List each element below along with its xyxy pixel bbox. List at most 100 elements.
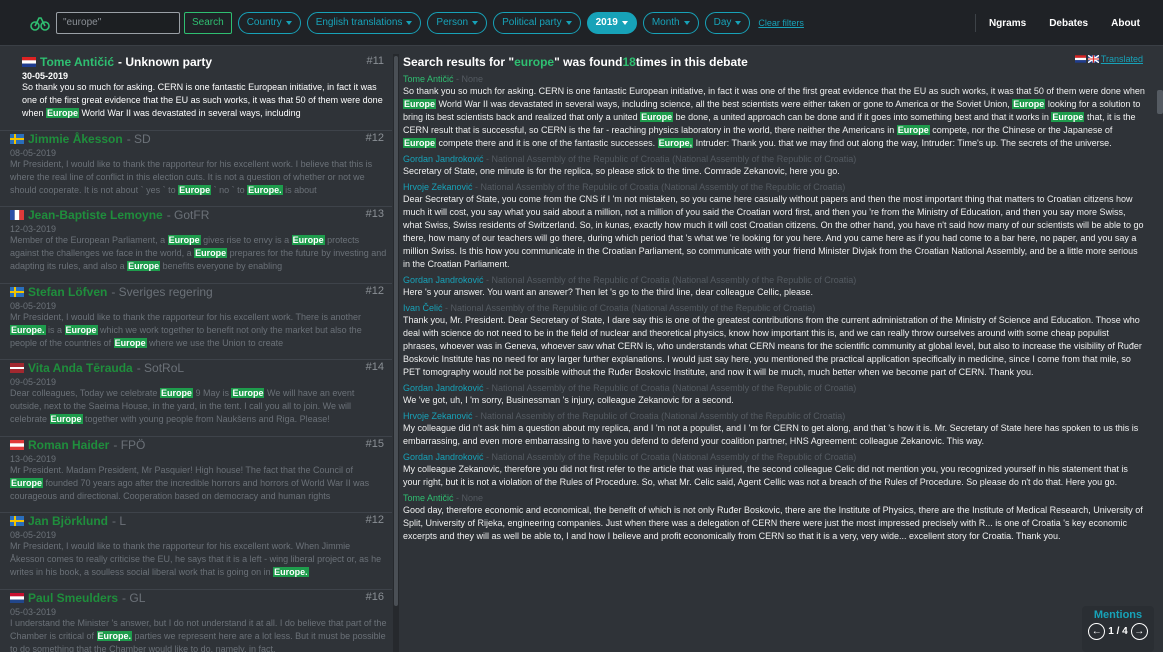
result-item[interactable]: Roman Haider - FPÖ #15 13-06-2019 Mr Preside… (0, 437, 392, 513)
nav-debates[interactable]: Debates (1049, 18, 1088, 29)
result-item[interactable]: Paul Smeulders - GL #16 05-03-2019 I underst… (0, 590, 392, 652)
speaker-party: - GL (122, 590, 146, 605)
speech-text: My colleague did n't ask him a question … (403, 422, 1145, 448)
result-snippet: Mr President, I would like to thank the … (10, 158, 387, 197)
speaker-name[interactable]: Roman Haider (28, 438, 109, 452)
result-date: 09-05-2019 (10, 377, 57, 387)
header-query: europe (514, 55, 555, 69)
highlight-europe: Europe (1012, 99, 1046, 109)
speaker-name[interactable]: Tome Antičić (403, 74, 454, 84)
speech-text: Secretary of State, one minute is for th… (403, 165, 1145, 178)
debate-scrollbar-thumb[interactable] (1157, 90, 1163, 114)
result-date: 13-06-2019 (10, 453, 57, 464)
speech-speaker[interactable]: Ivan Čelić - National Assembly of the Re… (403, 303, 1145, 314)
highlight-europe: Europe (113, 337, 147, 348)
se-flag-icon (10, 516, 24, 526)
filter-label: Person (436, 17, 469, 28)
speaker-name[interactable]: Gordan Jandroković (403, 452, 484, 462)
result-date: 08-05-2019 (10, 147, 57, 158)
speech-speaker[interactable]: Gordan Jandroković - National Assembly o… (403, 452, 1145, 463)
speech-speaker[interactable]: Hrvoje Zekanović - National Assembly of … (403, 182, 1145, 193)
speaker-name[interactable]: Hrvoje Zekanović (403, 411, 473, 421)
speaker-name[interactable]: Paul Smeulders (28, 591, 118, 605)
speaker-name[interactable]: Jean-Baptiste Lemoyne (28, 208, 163, 222)
highlight-europe: Europe (167, 235, 201, 245)
result-snippet: Dear colleagues, Today we celebrate Euro… (10, 387, 387, 426)
text-segment: So thank you so much for asking. CERN is… (403, 86, 1145, 96)
result-number: #14 (365, 361, 384, 373)
hr-flag-icon (22, 57, 36, 67)
text-segment: Dear Secretary of State, you come from t… (403, 194, 1144, 269)
filter-2019[interactable]: 2019 (586, 11, 637, 34)
fr-flag-icon (10, 210, 24, 220)
speech-speaker[interactable]: Gordan Jandroković - National Assembly o… (403, 154, 1145, 165)
speech-speaker[interactable]: Gordan Jandroković - National Assembly o… (403, 383, 1145, 394)
text-segment: together with young people from Naukšens… (82, 414, 330, 424)
result-number: #16 (365, 590, 384, 603)
filter-day[interactable]: Day (704, 11, 751, 34)
result-date: 08-05-2019 (10, 530, 57, 540)
text-segment: compete there and it is one of the fanta… (436, 138, 658, 148)
result-number: #15 (365, 437, 384, 450)
translated-toggle[interactable]: Translated (1074, 54, 1143, 64)
filter-english-translations[interactable]: English translations (306, 11, 422, 34)
speaker-name[interactable]: Gordan Jandroković (403, 275, 484, 285)
search-input[interactable] (56, 11, 180, 34)
nav-divider (974, 14, 976, 32)
result-item[interactable]: Jean-Baptiste Lemoyne - GotFR #13 12-03-201… (0, 207, 392, 284)
mentions-page: 1 / 4 (1108, 626, 1128, 637)
speaker-name[interactable]: Tome Antičić (403, 493, 454, 503)
speaker-name[interactable]: Jimmie Åkesson (28, 132, 123, 146)
speaker-name[interactable]: Gordan Jandroković (403, 383, 484, 393)
speaker-affiliation: - National Assembly of the Republic of C… (483, 383, 857, 393)
speaker-name[interactable]: Stefan Löfven (28, 285, 107, 299)
speech-list: Tome Antičić - None So thank you so much … (401, 74, 1163, 543)
uk-flag-icon (1087, 55, 1099, 63)
results-scrollbar-thumb[interactable] (394, 56, 398, 606)
text-segment: is a (45, 324, 65, 335)
result-item[interactable]: Stefan Löfven - Sveriges regering #12 08-05… (0, 284, 392, 360)
speech-speaker[interactable]: Tome Antičić - None (403, 74, 1145, 85)
speech-speaker[interactable]: Tome Antičić - None (403, 493, 1145, 504)
chevron-down-icon (472, 20, 479, 25)
filter-month[interactable]: Month (642, 11, 699, 34)
speaker-name[interactable]: Vita Anda Tērauda (28, 361, 133, 375)
speaker-name[interactable]: Ivan Čelić (403, 303, 443, 313)
text-segment: World War II was devastated in several w… (79, 108, 301, 118)
speech-speaker[interactable]: Gordan Jandroković - National Assembly o… (403, 275, 1145, 286)
clear-filters-link[interactable]: Clear filters (758, 18, 804, 28)
chevron-down-icon (683, 20, 690, 25)
speech-speaker[interactable]: Hrvoje Zekanović - National Assembly of … (403, 411, 1145, 422)
results-scrollbar[interactable] (393, 54, 399, 652)
header-count: 18 (622, 55, 636, 69)
speaker-name[interactable]: Gordan Jandroković (403, 154, 484, 164)
filter-label: Month (651, 17, 680, 28)
result-item[interactable]: Vita Anda Tērauda - SotRoL #14 09-05-2019 De… (0, 360, 392, 437)
search-button[interactable]: Search (184, 11, 232, 34)
app-logo-icon[interactable] (30, 13, 50, 33)
nav-about[interactable]: About (1111, 18, 1140, 29)
se-flag-icon (10, 133, 24, 144)
speaker-name[interactable]: Tome Antičić (40, 55, 114, 69)
speaker-affiliation: - None (453, 74, 484, 84)
prev-mention-arrow-icon[interactable]: ← (1088, 623, 1106, 640)
main-nav: Ngrams Debates About (974, 0, 1163, 46)
speaker-name[interactable]: Jan Björklund (28, 514, 108, 528)
highlight-europe: Europe (159, 388, 193, 398)
filter-person[interactable]: Person (427, 11, 488, 34)
filter-country[interactable]: Country (237, 11, 301, 34)
chevron-down-icon (406, 20, 413, 25)
nav-ngrams[interactable]: Ngrams (989, 18, 1026, 29)
result-item[interactable]: Jimmie Åkesson - SD #12 08-05-2019 Mr Presid… (0, 131, 392, 207)
speech-block: Gordan Jandroković - National Assembly o… (401, 275, 1163, 299)
speaker-affiliation: - National Assembly of the Republic of C… (472, 411, 846, 421)
text-segment: be done, a united approach can be done a… (673, 112, 1052, 122)
text-segment: Good day, therefore economic and economi… (403, 505, 1143, 541)
result-item[interactable]: Jan Björklund - L #12 08-05-2019 Mr Presiden… (0, 513, 392, 590)
speaker-name[interactable]: Hrvoje Zekanović (403, 182, 473, 192)
highlight-europe: Europe. (96, 630, 133, 641)
result-item[interactable]: Tome Antičić - Unknown party #11 30-05-2019… (0, 54, 392, 131)
next-mention-arrow-icon[interactable]: → (1130, 623, 1148, 640)
highlight-europe: Europe (403, 138, 437, 148)
filter-political-party[interactable]: Political party (493, 11, 581, 34)
